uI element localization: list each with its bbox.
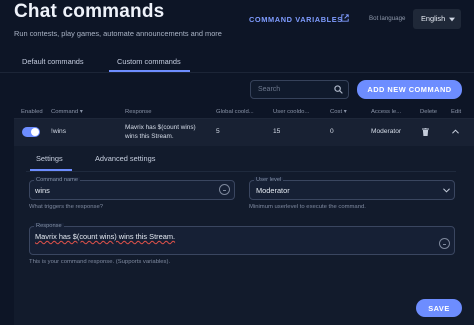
command-name-value: wins [35,186,50,195]
tab-default-commands[interactable]: Default commands [22,57,84,66]
command-name-field[interactable] [29,180,235,200]
bot-language-value: English [421,14,446,23]
page-subtitle: Run contests, play games, automate annou… [14,29,222,38]
user-level-helper: Minimum userlevel to execute the command… [249,204,366,210]
sort-icon: ▾ [343,109,347,115]
tabs-divider [0,72,474,73]
external-link-icon[interactable] [341,14,349,22]
chevron-down-icon [449,17,455,22]
editor-tabs-divider [26,171,456,172]
cell-command: !wins [51,128,67,135]
column-cost[interactable]: Cost ▾ [330,109,347,115]
toggle-knob [31,128,39,136]
active-editor-tab-indicator [30,169,72,171]
command-name-label: Command name [34,177,81,183]
column-global-cooldown[interactable]: Global coold... [216,109,254,115]
column-enabled: Enabled [21,109,43,115]
cell-access-level: Moderator [371,128,402,135]
user-level-label: User level [254,177,284,183]
command-variables-link[interactable]: COMMAND VARIABLES [249,15,343,24]
chevron-up-icon[interactable] [452,129,459,134]
response-value: Mavrix has $(count wins) wins this Strea… [35,232,176,241]
column-edit: Edit [451,109,462,115]
search-placeholder: Search [258,86,281,93]
command-name-helper: What triggers the response? [29,204,103,210]
column-delete: Delete [420,109,438,115]
column-user-cooldown[interactable]: User cooldo... [273,109,309,115]
column-command-label: Command [51,109,79,115]
bot-language-label: Bot language [369,15,406,22]
response-helper: This is your command response. (Supports… [29,259,171,265]
user-level-value: Moderator [256,186,290,195]
emoji-picker-icon[interactable] [219,184,230,195]
column-response: Response [125,109,152,115]
column-access-level[interactable]: Access le... [371,109,401,115]
cell-response: Mavrix has $(count wins) wins this Strea… [125,124,196,140]
add-new-command-button[interactable]: ADD NEW COMMAND [357,80,462,99]
response-label: Response [34,223,64,229]
cell-cost: 0 [330,128,334,135]
cell-user-cooldown: 15 [273,128,281,135]
table-row [14,119,474,146]
trash-icon[interactable] [422,128,429,136]
page-title: Chat commands [14,1,165,22]
column-cost-label: Cost [330,109,343,115]
column-command[interactable]: Command ▾ [51,109,83,115]
tab-custom-commands[interactable]: Custom commands [117,57,181,66]
search-icon [334,85,343,94]
active-tab-indicator [109,70,190,72]
tab-settings[interactable]: Settings [36,154,63,163]
tab-advanced-settings[interactable]: Advanced settings [95,154,155,163]
cell-global-cooldown: 5 [216,128,220,135]
sort-icon: ▾ [79,109,83,115]
emoji-picker-icon[interactable] [439,238,450,249]
chevron-down-icon [443,188,450,193]
save-button[interactable]: SAVE [416,299,462,317]
